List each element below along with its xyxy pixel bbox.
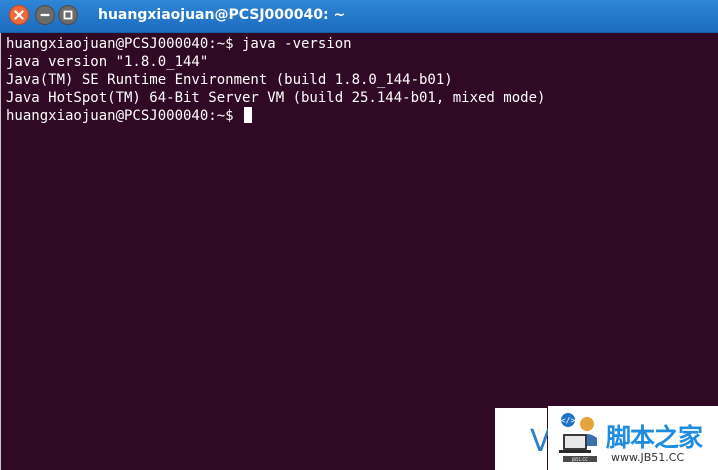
terminal-output[interactable]: huangxiaojuan@PCSJ000040:~$ java -versio… (6, 35, 706, 465)
watermark-badge: </> JB51.CC 脚本之家 www.JB51.CC (548, 406, 718, 470)
window-title: huangxiaojuan@PCSJ000040: ~ (98, 7, 346, 23)
prompt-line: huangxiaojuan@PCSJ000040:~$ (6, 107, 706, 125)
window-edge (0, 33, 1, 470)
text-cursor (244, 107, 253, 123)
maximize-button[interactable] (58, 5, 78, 25)
close-button[interactable] (9, 5, 29, 25)
minimize-button[interactable] (35, 5, 55, 25)
laptop-code-icon: </> JB51.CC (557, 410, 603, 470)
terminal-window[interactable]: huangxiaojuan@PCSJ000040: ~ huangxiaojua… (0, 0, 718, 470)
close-icon (14, 10, 24, 20)
terminal-line: Java HotSpot(TM) 64-Bit Server VM (build… (6, 90, 546, 106)
watermark-brand: 脚本之家 (606, 423, 703, 452)
title-bar[interactable]: huangxiaojuan@PCSJ000040: ~ (0, 0, 718, 33)
terminal-line: Java(TM) SE Runtime Environment (build 1… (6, 72, 453, 88)
svg-text:</>: </> (561, 416, 576, 425)
watermark-url: www.JB51.CC (611, 451, 685, 464)
terminal-line: huangxiaojuan@PCSJ000040:~$ java -versio… (6, 36, 352, 52)
terminal-line: java version "1.8.0_144" (6, 54, 209, 70)
maximize-icon (63, 10, 73, 20)
prompt-text: huangxiaojuan@PCSJ000040:~$ (6, 108, 243, 124)
minimize-icon (40, 13, 50, 17)
svg-text:JB51.CC: JB51.CC (571, 457, 588, 462)
